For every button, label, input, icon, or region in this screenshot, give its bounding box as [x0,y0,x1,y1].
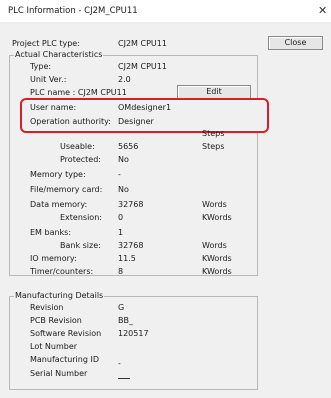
extension-value: 0 [118,213,124,222]
protected-label: Protected: [60,155,101,164]
bank-size-unit: Words [202,241,227,250]
data-memory-unit: Words [202,200,227,209]
close-icon[interactable]: ✕ [318,5,327,16]
pcb-revision-label: PCB Revision [30,316,82,325]
manufacturing-id-value: - [118,359,121,368]
unit-ver-label: Unit Ver.: [30,75,67,84]
serial-number-label: Serial Number [30,369,88,378]
io-memory-label: IO memory: [30,254,77,263]
extension-unit: KWords [202,213,232,222]
unit-ver-value: 2.0 [118,75,131,84]
title-bar: PLC Information - CJ2M_CPU11 ✕ [0,0,331,22]
manufacturing-details-label: Manufacturing Details [14,291,105,301]
user-name-label: User name: [30,103,77,112]
file-memory-value: No [118,185,129,194]
timer-counters-label: Timer/counters: [30,267,94,276]
operation-authority-label: Operation authority: [30,117,111,126]
io-memory-unit: KWords [202,254,232,263]
data-memory-label: Data memory: [30,200,88,209]
software-revision-value: 120517 [118,329,149,338]
window-title: PLC Information - CJ2M_CPU11 [8,6,138,16]
user-name-value: OMdesigner1 [118,103,172,112]
pcb-revision-value: BB_ [118,316,133,325]
em-banks-label: EM banks: [30,228,72,237]
plc-name-label: PLC name : CJ2M CPU11 [30,88,127,97]
timer-counters-unit: KWords [202,267,232,276]
file-memory-label: File/memory card: [30,185,103,194]
actual-characteristics-label: Actual Characteristics [14,50,104,60]
lot-number-label: Lot Number [30,342,78,351]
project-plc-type-label: Project PLC type: [12,39,80,48]
operation-authority-value: Designer [118,117,154,126]
data-memory-value: 32768 [118,200,144,209]
revision-label: Revision [30,303,64,312]
revision-value: G [118,303,125,312]
useable-unit: Steps [202,142,225,151]
type-value: CJ2M CPU11 [118,62,167,71]
useable-label: Useable: [60,142,95,151]
manufacturing-id-label: Manufacturing ID [30,355,99,364]
bank-size-label: Bank size: [60,241,101,250]
timer-counters-value: 8 [118,267,124,276]
protected-value: No [118,155,129,164]
software-revision-label: Software Revision [30,329,102,338]
program-memory-unit: Steps [202,129,225,138]
type-label: Type: [30,62,52,71]
extension-label: Extension: [60,213,102,222]
useable-value: 5656 [118,142,139,151]
project-plc-type-value: CJ2M CPU11 [118,39,167,48]
bank-size-value: 32768 [118,241,144,250]
io-memory-value: 11.5 [118,254,136,263]
edit-button[interactable]: Edit [177,85,251,99]
memory-type-label: Memory type: [30,170,86,179]
em-banks-value: 1 [118,228,124,237]
memory-type-value: - [118,170,121,179]
close-button[interactable]: Close [268,36,323,50]
serial-number-value [118,370,130,379]
